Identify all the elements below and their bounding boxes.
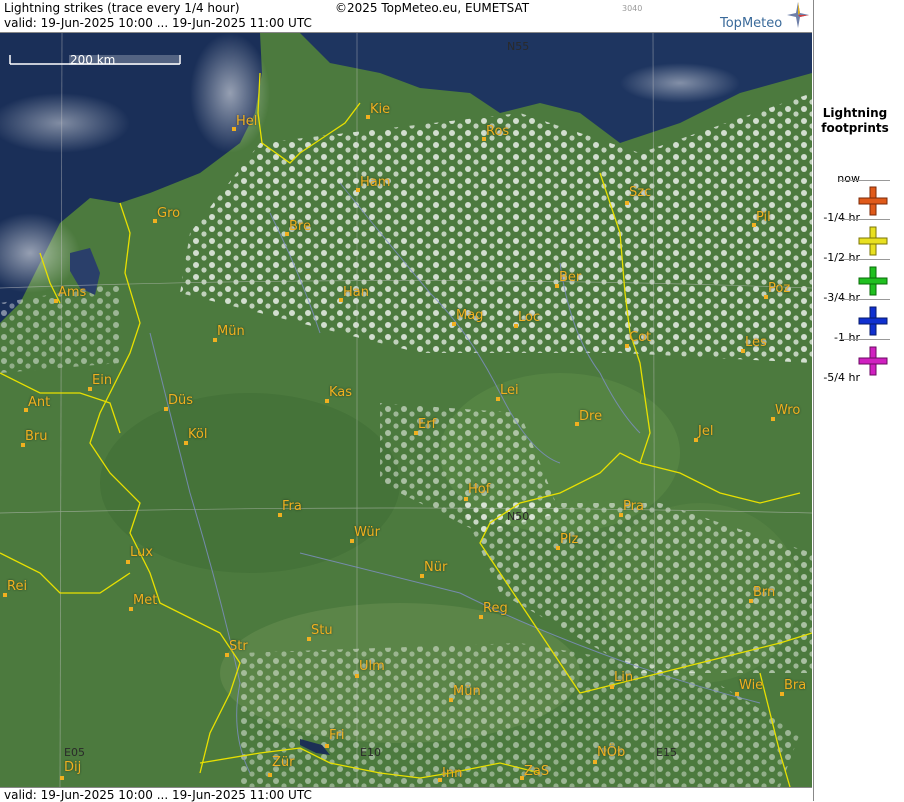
legend-label-quarter: -1/4 hr	[823, 211, 860, 224]
city-label[interactable]: Inn	[442, 766, 462, 781]
legend-divider	[840, 339, 890, 340]
city-label[interactable]: Poz	[768, 281, 790, 296]
legend-label-one-hour: -1 hr	[834, 331, 860, 344]
legend-label-three-quarter: -3/4 hr	[823, 291, 860, 304]
legend-panel: Lightning footprints now -1/4 hr -1/2 hr…	[813, 0, 904, 801]
satellite-map[interactable]: 200 km N55 N50 E05 E10 E15 Hel Kie Ros H…	[0, 33, 812, 787]
topmeteo-logo[interactable]: TopMeteo	[720, 16, 782, 31]
city-label[interactable]: Ein	[92, 373, 112, 388]
city-label[interactable]: Pil	[756, 210, 771, 225]
city-label[interactable]: Pra	[623, 499, 644, 514]
city-label[interactable]: Str	[229, 639, 248, 654]
city-label[interactable]: Bre	[289, 219, 311, 234]
city-marker	[60, 776, 64, 780]
city-label[interactable]: Dij	[64, 760, 81, 775]
compass-star-icon	[787, 2, 809, 28]
grid-label-n55: N55	[507, 40, 530, 53]
legend-label-half: -1/2 hr	[823, 251, 860, 264]
city-label[interactable]: Fra	[282, 499, 302, 514]
city-label[interactable]: Szc	[629, 185, 651, 200]
legend-divider	[840, 259, 890, 260]
city-label[interactable]: Wie	[739, 678, 763, 693]
city-label[interactable]: Ros	[486, 124, 509, 139]
grid-label-e05: E05	[64, 746, 85, 759]
city-label[interactable]: Brn	[753, 585, 775, 600]
city-marker	[625, 201, 629, 205]
city-label[interactable]: Plz	[560, 532, 578, 547]
valid-time-footer: valid: 19-Jun-2025 10:00 ... 19-Jun-2025…	[4, 788, 312, 802]
city-marker	[355, 674, 359, 678]
map-title: Lightning strikes (trace every 1/4 hour)	[4, 1, 240, 15]
city-label[interactable]: Zür	[272, 755, 295, 770]
cross-green-icon	[858, 266, 888, 296]
city-label[interactable]: Köl	[188, 427, 207, 442]
grid-label-e10: E10	[360, 746, 381, 759]
city-label[interactable]: Lin	[614, 670, 633, 685]
copyright: ©2025 TopMeteo.eu, EUMETSAT	[335, 1, 530, 15]
city-marker	[325, 744, 329, 748]
valid-time-header: valid: 19-Jun-2025 10:00 ... 19-Jun-2025…	[4, 16, 312, 30]
city-label[interactable]: Düs	[168, 393, 193, 408]
legend-divider	[840, 299, 890, 300]
city-marker	[593, 760, 597, 764]
city-label[interactable]: Bru	[25, 429, 48, 444]
city-label[interactable]: Stu	[311, 623, 333, 638]
header-bar: Lightning strikes (trace every 1/4 hour)…	[0, 0, 812, 33]
legend-divider	[840, 180, 890, 181]
city-label[interactable]: Erf	[418, 417, 436, 432]
city-label[interactable]: Cot	[629, 330, 651, 345]
city-label[interactable]: Reg	[483, 601, 508, 616]
city-label[interactable]: Ham	[360, 175, 390, 190]
cross-yellow-icon	[858, 226, 888, 256]
city-label[interactable]: Hof	[468, 482, 490, 497]
city-label[interactable]: Ulm	[359, 659, 385, 674]
cross-blue-icon	[858, 306, 888, 336]
city-marker	[610, 685, 614, 689]
city-label[interactable]: Ant	[28, 395, 50, 410]
cross-magenta-icon	[858, 346, 888, 376]
city-label[interactable]: Lux	[130, 545, 153, 560]
grid-label-n50: N50	[507, 510, 530, 523]
cross-orange-icon	[858, 186, 888, 216]
city-label[interactable]: Met	[133, 593, 157, 608]
city-label[interactable]: Han	[343, 285, 369, 300]
city-label[interactable]: Mün	[217, 324, 245, 339]
city-label[interactable]: Mag	[456, 308, 483, 323]
city-label[interactable]: Fri	[329, 728, 345, 743]
city-label[interactable]: ZaS	[524, 764, 549, 779]
city-label[interactable]: Kie	[370, 102, 390, 117]
city-label[interactable]: Bra	[784, 678, 806, 693]
city-label[interactable]: Ams	[58, 285, 86, 300]
city-label[interactable]: Loc	[518, 310, 540, 325]
city-marker	[268, 773, 272, 777]
product-code: 3040	[622, 4, 643, 13]
legend-label-now: now	[837, 172, 860, 185]
city-label[interactable]: Gro	[157, 206, 180, 221]
legend-title: Lightning footprints	[821, 106, 889, 135]
city-marker	[464, 497, 468, 501]
city-label[interactable]: NÖb	[597, 745, 625, 760]
city-label[interactable]: Dre	[579, 409, 602, 424]
city-label[interactable]: Kas	[329, 385, 352, 400]
grid-label-e15: E15	[656, 746, 677, 759]
city-label[interactable]: Hel	[236, 114, 257, 129]
city-label[interactable]: Nür	[424, 560, 447, 575]
city-label[interactable]: Les	[745, 335, 767, 350]
city-label[interactable]: Wro	[775, 403, 800, 418]
city-label[interactable]: Wür	[354, 525, 380, 540]
map-canvas	[0, 33, 812, 787]
city-label[interactable]: Ber	[559, 270, 581, 285]
footer-bar: valid: 19-Jun-2025 10:00 ... 19-Jun-2025…	[0, 787, 812, 802]
city-label[interactable]: Lei	[500, 383, 519, 398]
legend-label-five-quarter: -5/4 hr	[823, 371, 860, 384]
city-marker	[126, 560, 130, 564]
legend-divider	[840, 219, 890, 220]
scale-label: 200 km	[70, 53, 116, 67]
city-label[interactable]: Rei	[7, 579, 27, 594]
city-label[interactable]: Mün	[453, 684, 481, 699]
city-label[interactable]: Jel	[698, 424, 713, 439]
